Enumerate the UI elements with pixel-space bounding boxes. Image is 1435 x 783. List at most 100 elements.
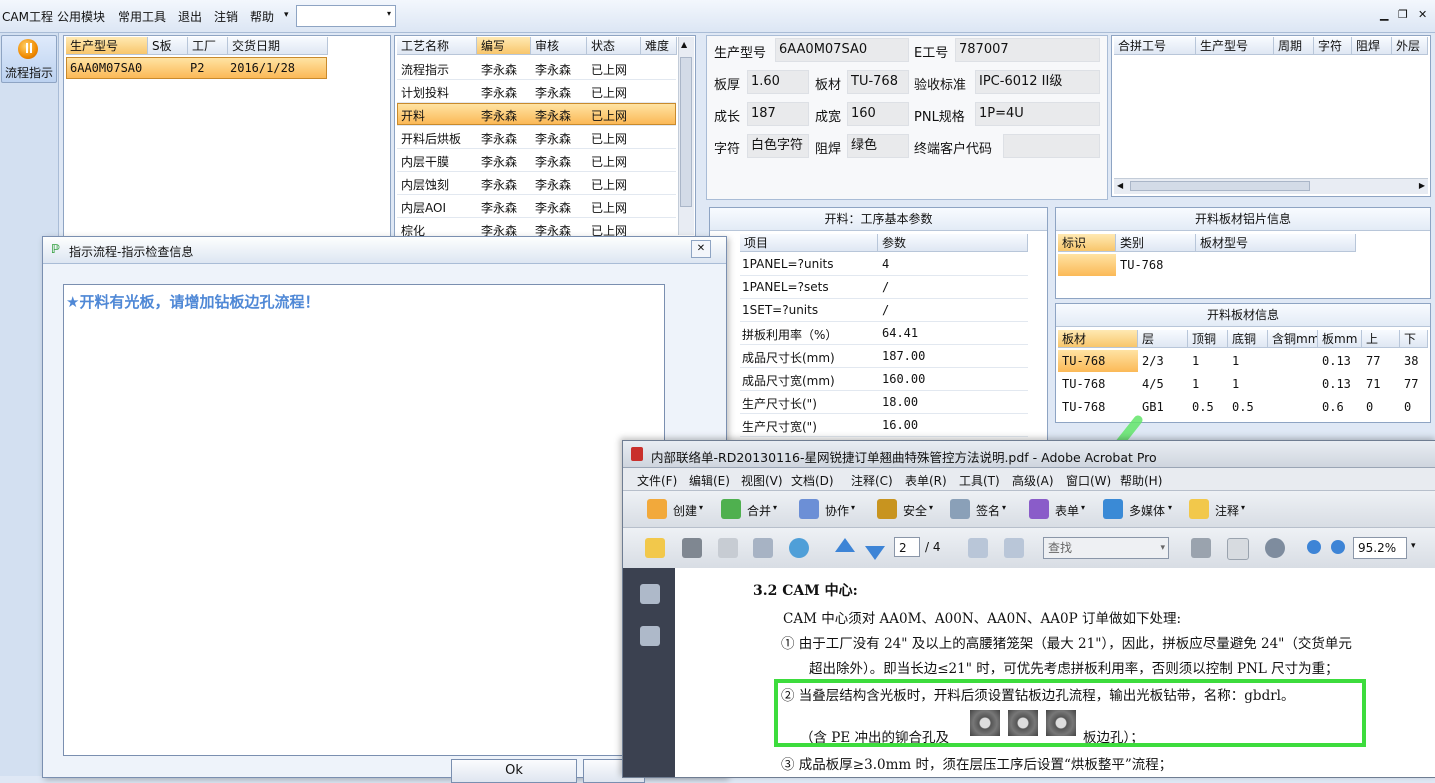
dialog-titlebar[interactable]: ℙ 指示流程-指示检查信息 ✕ bbox=[43, 237, 726, 264]
save-icon[interactable] bbox=[718, 538, 738, 558]
field-pnl[interactable]: 1P=4U bbox=[975, 102, 1100, 126]
toolbar-4-label[interactable]: 安全 bbox=[903, 502, 927, 519]
signatures-icon[interactable] bbox=[640, 626, 660, 646]
acrobat-menu-item[interactable]: 高级(A) bbox=[1012, 472, 1054, 489]
table-row-marker[interactable] bbox=[1058, 254, 1116, 276]
col-header-mask[interactable]: 阻焊 bbox=[1352, 37, 1392, 55]
chevron-left-icon[interactable]: ◀ bbox=[1117, 181, 1123, 190]
menu-help[interactable]: 帮助 bbox=[250, 8, 274, 25]
menu-logout[interactable]: 注销 bbox=[214, 8, 238, 25]
search-input[interactable]: 查找 ▾ bbox=[1043, 537, 1169, 559]
col-header-merge-model[interactable]: 生产型号 bbox=[1196, 37, 1274, 55]
chevron-down-icon[interactable]: ▾ bbox=[851, 503, 855, 512]
acrobat-menu-item[interactable]: 窗口(W) bbox=[1066, 472, 1111, 489]
zoom-in-icon[interactable] bbox=[1331, 540, 1345, 554]
restore-icon[interactable]: ❐ bbox=[1398, 8, 1408, 21]
col-header-s[interactable]: S板 bbox=[148, 37, 188, 55]
col-header-review[interactable]: 审核 bbox=[531, 37, 587, 55]
acrobat-menu-item[interactable]: 帮助(H) bbox=[1120, 472, 1162, 489]
col-header-period[interactable]: 周期 bbox=[1274, 37, 1314, 55]
chevron-down-icon[interactable]: ▾ bbox=[1081, 503, 1085, 512]
field-thickness[interactable]: 1.60 bbox=[747, 70, 809, 94]
scrollbar-thumb[interactable] bbox=[1130, 181, 1310, 191]
minimize-icon[interactable]: ▁ bbox=[1380, 8, 1388, 21]
col-header-board[interactable]: 含铜mm bbox=[1268, 330, 1318, 348]
arrow-down-icon[interactable] bbox=[865, 546, 885, 560]
fit-page-icon[interactable] bbox=[1004, 538, 1024, 558]
col-header-board[interactable]: 板mm bbox=[1318, 330, 1362, 348]
col-header-board[interactable]: 层 bbox=[1138, 330, 1188, 348]
chevron-down-icon[interactable]: ▾ bbox=[699, 503, 703, 512]
acrobat-menu-item[interactable]: 表单(R) bbox=[905, 472, 947, 489]
col-header-board[interactable]: 板材 bbox=[1058, 330, 1138, 348]
toolbar-3-label[interactable]: 协作 bbox=[825, 502, 849, 519]
col-header-process[interactable]: 工艺名称 bbox=[397, 37, 477, 55]
chevron-down-icon[interactable]: ▾ bbox=[1160, 538, 1165, 558]
field-mask[interactable]: 绿色 bbox=[847, 134, 909, 158]
select-text-icon[interactable] bbox=[1191, 538, 1211, 558]
zoom-dropdown-icon[interactable]: ▾ bbox=[1411, 541, 1416, 551]
toolbar-2-label[interactable]: 合并 bbox=[747, 502, 771, 519]
zoom-field[interactable]: 95.2% bbox=[1353, 537, 1407, 559]
close-icon[interactable]: ✕ bbox=[1418, 8, 1427, 21]
field-width[interactable]: 160 bbox=[847, 102, 909, 126]
pages-icon[interactable] bbox=[640, 584, 660, 604]
toolbar-1-label[interactable]: 创建 bbox=[673, 502, 697, 519]
col-header-difficulty[interactable]: 难度 bbox=[641, 37, 677, 55]
toolbar-combo[interactable]: ▾ bbox=[296, 5, 396, 27]
flow-indicator-button[interactable]: 流程指示 bbox=[1, 35, 57, 83]
hand-tool-icon[interactable] bbox=[1227, 538, 1249, 560]
email-icon[interactable] bbox=[753, 538, 773, 558]
toolbar-7-label[interactable]: 多媒体 bbox=[1129, 502, 1165, 519]
menu-tools[interactable]: 常用工具 bbox=[118, 8, 166, 25]
col-header-board[interactable]: 底铜 bbox=[1228, 330, 1268, 348]
toolbar-5-label[interactable]: 签名 bbox=[976, 502, 1000, 519]
acrobat-menu-item[interactable]: 文档(D) bbox=[791, 472, 834, 489]
scrollbar-thumb[interactable] bbox=[680, 57, 692, 207]
close-icon[interactable]: ✕ bbox=[691, 240, 711, 258]
col-header-author[interactable]: 编写 bbox=[477, 37, 531, 55]
chevron-down-icon[interactable]: ▾ bbox=[773, 503, 777, 512]
menu-cam[interactable]: CAM工程 bbox=[2, 8, 53, 25]
col-header-mark[interactable]: 标识 bbox=[1058, 234, 1116, 252]
chevron-up-icon[interactable]: ▲ bbox=[681, 40, 687, 49]
message-box[interactable]: ★开料有光板，请增加钻板边孔流程！ bbox=[63, 284, 665, 756]
field-eno[interactable]: 787007 bbox=[955, 38, 1100, 62]
col-header-board[interactable]: 上 bbox=[1362, 330, 1400, 348]
col-header-merge-no[interactable]: 合拼工号 bbox=[1114, 37, 1196, 55]
field-material[interactable]: TU-768 bbox=[847, 70, 909, 94]
acrobat-menu-item[interactable]: 视图(V) bbox=[741, 472, 783, 489]
open-folder-icon[interactable] bbox=[645, 538, 665, 558]
col-header-sheet-model[interactable]: 板材型号 bbox=[1196, 234, 1356, 252]
col-header-legend[interactable]: 字符 bbox=[1314, 37, 1352, 55]
acrobat-menu-item[interactable]: 文件(F) bbox=[637, 472, 677, 489]
acrobat-menu-item[interactable]: 注释(C) bbox=[851, 472, 893, 489]
col-header-item[interactable]: 项目 bbox=[740, 234, 878, 252]
ok-button[interactable]: Ok bbox=[451, 759, 577, 783]
print-icon[interactable] bbox=[682, 538, 702, 558]
zoom-tool-icon[interactable] bbox=[1265, 538, 1285, 558]
field-model[interactable]: 6AA0M07SA0 bbox=[775, 38, 909, 62]
field-length[interactable]: 187 bbox=[747, 102, 809, 126]
col-header-model[interactable]: 生产型号 bbox=[66, 37, 148, 55]
toolbar-6-label[interactable]: 表单 bbox=[1055, 502, 1079, 519]
menu-overflow-icon[interactable]: ▾ bbox=[284, 10, 289, 20]
horizontal-scrollbar[interactable]: ◀ ▶ bbox=[1114, 178, 1428, 194]
field-legend[interactable]: 白色字符 bbox=[747, 134, 809, 158]
col-header-type[interactable]: 类别 bbox=[1116, 234, 1196, 252]
col-header-value[interactable]: 参数 bbox=[878, 234, 1028, 252]
col-header-board[interactable]: 顶铜 bbox=[1188, 330, 1228, 348]
acrobat-menu-item[interactable]: 工具(T) bbox=[959, 472, 1000, 489]
chevron-down-icon[interactable]: ▾ bbox=[1002, 503, 1006, 512]
field-customer-code[interactable] bbox=[1003, 134, 1100, 158]
toolbar-8-label[interactable]: 注释 bbox=[1215, 502, 1239, 519]
menu-public[interactable]: 公用模块 bbox=[57, 8, 105, 25]
field-standard[interactable]: IPC-6012 II级 bbox=[975, 70, 1100, 94]
globe-icon[interactable] bbox=[789, 538, 809, 558]
acrobat-menu-item[interactable]: 编辑(E) bbox=[689, 472, 730, 489]
menu-exit[interactable]: 退出 bbox=[178, 8, 202, 25]
chevron-right-icon[interactable]: ▶ bbox=[1419, 181, 1425, 190]
col-header-status[interactable]: 状态 bbox=[587, 37, 641, 55]
page-input[interactable]: 2 bbox=[894, 537, 920, 557]
fit-width-icon[interactable] bbox=[968, 538, 988, 558]
